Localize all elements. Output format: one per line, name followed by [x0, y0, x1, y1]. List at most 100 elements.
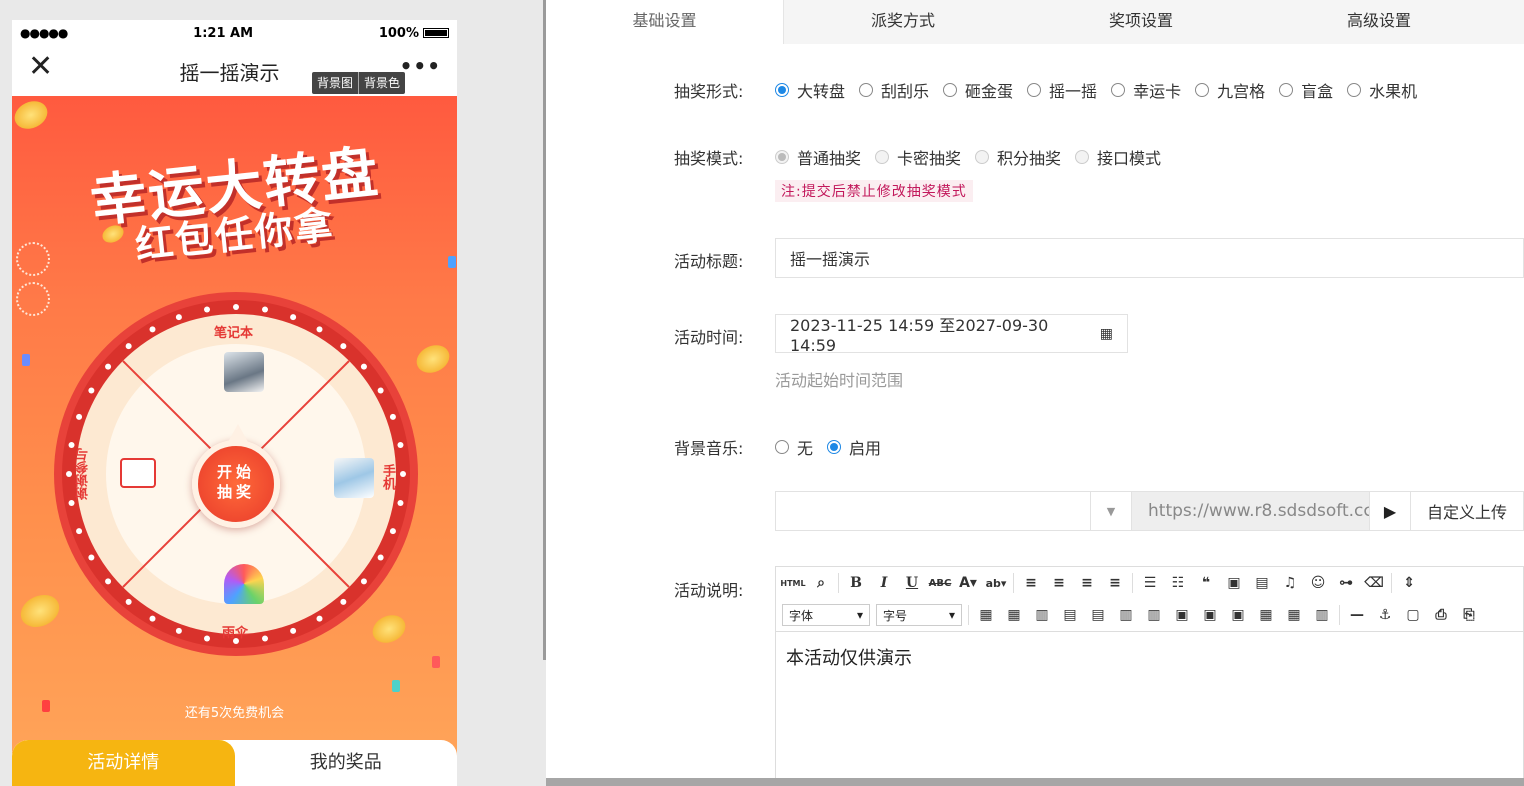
radio-icon[interactable]: [1027, 83, 1042, 97]
custom-upload-button[interactable]: 自定义上传: [1411, 492, 1523, 530]
lottery-form-option[interactable]: 砸金蛋: [943, 78, 1013, 102]
confetti: [22, 354, 30, 366]
delete-row-icon[interactable]: ▤: [1087, 604, 1109, 626]
video-icon[interactable]: ▤: [1251, 572, 1273, 594]
description-content[interactable]: 本活动仅供演示: [776, 631, 1523, 786]
close-icon[interactable]: ✕: [28, 52, 53, 82]
toolbar-divider: [838, 573, 839, 593]
tab-my-prizes[interactable]: 我的奖品: [235, 740, 458, 786]
table-delete-icon[interactable]: ▦: [1003, 604, 1025, 626]
merge-cells-icon[interactable]: ▣: [1171, 604, 1193, 626]
lottery-mode-option[interactable]: 积分抽奖: [975, 145, 1061, 169]
background-color-button[interactable]: 背景色: [358, 72, 405, 94]
font-size-select[interactable]: 字号 ▾: [876, 604, 962, 626]
status-time: 1:21 AM: [193, 25, 254, 41]
tab-basic-settings[interactable]: 基础设置: [546, 0, 784, 44]
chevron-down-icon[interactable]: ▼: [1091, 492, 1132, 530]
align-justify-icon[interactable]: ≡: [1104, 572, 1126, 594]
horizontal-rule-icon[interactable]: —: [1346, 604, 1368, 626]
radio-icon[interactable]: [943, 83, 958, 97]
underline-icon[interactable]: U: [901, 572, 923, 594]
insert-row-icon[interactable]: ▤: [1059, 604, 1081, 626]
align-center-icon[interactable]: ≡: [1048, 572, 1070, 594]
anchor-icon[interactable]: ⚓: [1374, 604, 1396, 626]
music-option-on[interactable]: 启用: [827, 435, 881, 459]
link-icon[interactable]: ⊶: [1335, 572, 1357, 594]
font-family-select[interactable]: 字体 ▾: [782, 604, 870, 626]
emoji-icon[interactable]: ☺: [1307, 572, 1329, 594]
radio-icon[interactable]: [1111, 83, 1126, 97]
html-source-icon[interactable]: HTML: [780, 572, 805, 594]
italic-icon[interactable]: I: [873, 572, 895, 594]
calendar-icon[interactable]: ▦: [1100, 326, 1113, 342]
wheel-bulb: [290, 627, 297, 634]
split-cells-icon[interactable]: ▦: [1255, 604, 1277, 626]
lottery-form-option[interactable]: 大转盘: [775, 78, 845, 102]
wheel-bulb: [175, 314, 182, 321]
radio-icon[interactable]: [827, 440, 842, 454]
music-url-field[interactable]: https://www.r8.sdsdsoft.cc: [1132, 492, 1369, 530]
align-left-icon[interactable]: ≡: [1020, 572, 1042, 594]
align-right-icon[interactable]: ≡: [1076, 572, 1098, 594]
tab-award-method[interactable]: 派奖方式: [784, 0, 1022, 44]
activity-time-input[interactable]: 2023-11-25 14:59 至2027-09-30 14:59 ▦: [775, 314, 1128, 355]
table-caption-icon[interactable]: ▥: [1031, 604, 1053, 626]
more-icon[interactable]: •••: [400, 54, 441, 78]
radio-icon[interactable]: [975, 150, 990, 164]
font-color-icon[interactable]: A▾: [957, 572, 979, 594]
tab-prize-settings[interactable]: 奖项设置: [1022, 0, 1260, 44]
paste-icon[interactable]: ⎘: [1458, 604, 1480, 626]
lottery-form-option[interactable]: 盲盒: [1279, 78, 1333, 102]
radio-icon[interactable]: [875, 150, 890, 164]
lottery-form-option[interactable]: 水果机: [1347, 78, 1417, 102]
play-icon[interactable]: ▶: [1369, 492, 1411, 530]
tab-advanced-settings[interactable]: 高级设置: [1260, 0, 1498, 44]
radio-icon[interactable]: [775, 440, 789, 454]
lottery-mode-note: 注:提交后禁止修改抽奖模式: [775, 180, 973, 202]
radio-icon[interactable]: [1075, 150, 1090, 164]
bold-icon[interactable]: B: [845, 572, 867, 594]
quote-icon[interactable]: ❝: [1195, 572, 1217, 594]
chevron-down-icon: ▾: [856, 608, 863, 622]
lottery-mode-option[interactable]: 卡密抽奖: [875, 145, 961, 169]
lottery-mode-option[interactable]: 接口模式: [1075, 145, 1161, 169]
music-icon[interactable]: ♫: [1279, 572, 1301, 594]
radio-icon[interactable]: [1195, 83, 1210, 97]
background-image-button[interactable]: 背景图: [312, 72, 358, 94]
radio-icon[interactable]: [1279, 83, 1294, 97]
split-cols-icon[interactable]: ▥: [1311, 604, 1333, 626]
split-rows-icon[interactable]: ▦: [1283, 604, 1305, 626]
music-select[interactable]: [776, 492, 1091, 530]
wheel-bulb: [149, 326, 156, 333]
lottery-form-option[interactable]: 幸运卡: [1111, 78, 1181, 102]
lottery-mode-option[interactable]: 普通抽奖: [775, 145, 861, 169]
music-option-off[interactable]: 无: [775, 435, 813, 459]
delete-col-icon[interactable]: ▥: [1143, 604, 1165, 626]
lottery-form-option[interactable]: 刮刮乐: [859, 78, 929, 102]
bottom-scroll-bar[interactable]: [546, 778, 1524, 786]
radio-icon[interactable]: [775, 150, 789, 164]
radio-icon[interactable]: [775, 83, 789, 97]
ordered-list-icon[interactable]: ☰: [1139, 572, 1161, 594]
radio-icon[interactable]: [859, 83, 874, 97]
strikethrough-icon[interactable]: ABC: [929, 572, 952, 594]
eraser-icon[interactable]: ⌫: [1363, 572, 1385, 594]
image-icon[interactable]: ▣: [1223, 572, 1245, 594]
merge-down-icon[interactable]: ▣: [1227, 604, 1249, 626]
start-lottery-button[interactable]: 开始抽奖: [192, 424, 280, 528]
insert-frame-icon[interactable]: ▢: [1402, 604, 1424, 626]
unordered-list-icon[interactable]: ☷: [1167, 572, 1189, 594]
merge-right-icon[interactable]: ▣: [1199, 604, 1221, 626]
lottery-form-option[interactable]: 摇一摇: [1027, 78, 1097, 102]
radio-icon[interactable]: [1347, 83, 1362, 97]
table-insert-icon[interactable]: ▦: [975, 604, 997, 626]
print-icon[interactable]: ⎙: [1430, 604, 1452, 626]
line-height-icon[interactable]: ⇕: [1398, 572, 1420, 594]
wheel-bulb: [88, 554, 95, 561]
lottery-form-option[interactable]: 九宫格: [1195, 78, 1265, 102]
activity-title-input[interactable]: 摇一摇演示: [775, 238, 1524, 278]
tab-activity-detail[interactable]: 活动详情: [12, 740, 235, 786]
preview-icon[interactable]: ⌕: [810, 572, 832, 594]
insert-col-icon[interactable]: ▥: [1115, 604, 1137, 626]
highlight-icon[interactable]: ab▾: [985, 572, 1007, 594]
